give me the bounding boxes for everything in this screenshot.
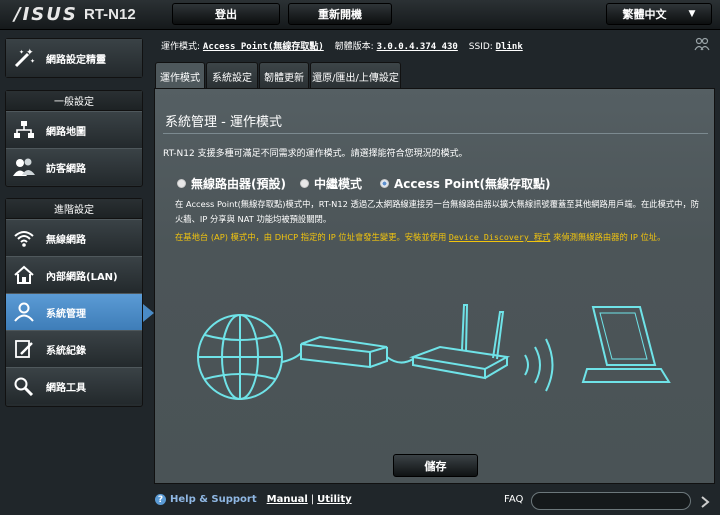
page-description: RT-N12 支援多種可滿足不同需求的運作模式。請選擇能符合您現況的模式。 xyxy=(163,149,468,159)
mode-option-label: 無線路由器(預設) xyxy=(191,177,286,191)
language-label: 繁體中文 xyxy=(622,8,667,21)
sidebar-item-label: 訪客網路 xyxy=(46,163,86,175)
network-map-icon xyxy=(12,118,36,142)
note-text-before: 在基地台 (AP) 模式中，由 DHCP 指定的 IP 位址會發生變更。安裝並使… xyxy=(175,232,447,242)
clients-icon[interactable] xyxy=(694,36,710,55)
cable-line xyxy=(386,356,414,364)
faq-label: FAQ xyxy=(504,494,524,505)
quick-setup-label: 網路設定精靈 xyxy=(46,54,106,66)
wireless-icon xyxy=(12,226,36,250)
mode-option-access-point[interactable]: Access Point(無線存取點) xyxy=(380,175,551,192)
sidebar-item-label: 系統管理 xyxy=(46,308,86,320)
admin-icon xyxy=(12,300,36,324)
sidebar-item-label: 系統紀錄 xyxy=(46,345,86,357)
router-icon xyxy=(409,304,511,380)
svg-text:✦: ✦ xyxy=(19,49,24,56)
active-pointer-icon xyxy=(143,304,154,322)
help-icon: ? xyxy=(155,494,166,505)
svg-text:✦: ✦ xyxy=(26,48,34,58)
modem-icon xyxy=(300,335,388,369)
top-bar: /ISUS RT-N12 登出 重新開機 繁體中文 ▼ xyxy=(0,0,720,30)
magic-wand-icon: ✦ ✦ ✦ xyxy=(12,46,36,70)
radio-repeater[interactable] xyxy=(300,179,309,188)
cable-line xyxy=(281,352,302,363)
logout-button[interactable]: 登出 xyxy=(172,3,280,25)
sidebar-item-label: 內部網路(LAN) xyxy=(46,271,118,283)
sidebar-item-guest-network[interactable]: 訪客網路 xyxy=(6,148,142,185)
ssid-label: SSID: xyxy=(468,42,493,52)
radio-access-point[interactable] xyxy=(380,179,389,188)
sidebar-item-wireless[interactable]: 無線網路 xyxy=(6,219,142,256)
note-text-after: 來偵測無線路由器的 IP 位址。 xyxy=(553,232,666,242)
help-support-label: Help & Support xyxy=(170,494,257,505)
svg-text:✦: ✦ xyxy=(30,58,35,65)
quick-setup-button[interactable]: ✦ ✦ ✦ 網路設定精靈 xyxy=(6,39,142,77)
tab-operation-mode[interactable]: 運作模式 xyxy=(155,62,205,89)
general-settings-block: 一般設定 網路地圖 訪客網路 xyxy=(5,90,143,187)
language-select[interactable]: 繁體中文 ▼ xyxy=(606,3,712,25)
sidebar-item-network-map[interactable]: 網路地圖 xyxy=(6,111,142,148)
radio-router[interactable] xyxy=(177,179,186,188)
triangle-down-icon: ▼ xyxy=(688,9,696,19)
access-point-diagram xyxy=(197,304,671,400)
footer-separator: | xyxy=(310,494,315,505)
firmware-version-link[interactable]: 3.0.0.4.374_430 xyxy=(377,42,458,52)
wifi-waves-icon xyxy=(524,338,554,392)
mode-option-repeater[interactable]: 中繼模式 xyxy=(300,175,362,192)
utility-link[interactable]: Utility xyxy=(317,494,351,505)
sidebar-item-network-tools[interactable]: 網路工具 xyxy=(6,367,142,404)
tab-firmware-upgrade[interactable]: 韌體更新 xyxy=(259,62,309,89)
system-log-icon xyxy=(12,337,36,361)
quick-setup-block: ✦ ✦ ✦ 網路設定精靈 xyxy=(5,38,143,78)
guest-network-icon xyxy=(12,155,36,179)
manual-link[interactable]: Manual xyxy=(267,494,308,505)
laptop-icon xyxy=(581,306,671,383)
sidebar-item-administration[interactable]: 系統管理 xyxy=(6,293,154,330)
title-divider xyxy=(163,133,708,134)
mode-option-label: Access Point(無線存取點) xyxy=(394,177,551,191)
faq-search-input[interactable] xyxy=(531,492,691,510)
arrow-right-icon[interactable] xyxy=(697,494,713,510)
home-lan-icon xyxy=(12,263,36,287)
ip-change-note: 在基地台 (AP) 模式中，由 DHCP 指定的 IP 位址會發生變更。安裝並使… xyxy=(175,230,703,245)
page-title: 系統管理 - 運作模式 xyxy=(165,115,282,130)
sidebar-item-system-log[interactable]: 系統紀錄 xyxy=(6,330,142,367)
mode-option-label: 中繼模式 xyxy=(314,177,363,191)
asus-logo[interactable]: /ISUS xyxy=(14,4,78,25)
save-button[interactable]: 儲存 xyxy=(393,454,478,477)
main-panel: 系統管理 - 運作模式 RT-N12 支援多種可滿足不同需求的運作模式。請選擇能… xyxy=(154,88,715,484)
mode-option-router[interactable]: 無線路由器(預設) xyxy=(177,175,286,192)
sidebar-item-label: 無線網路 xyxy=(46,234,86,246)
device-discovery-link[interactable]: Device Discovery 程式 xyxy=(449,232,551,242)
sidebar-item-label: 網路地圖 xyxy=(46,126,86,138)
sidebar-item-lan[interactable]: 內部網路(LAN) xyxy=(6,256,142,293)
advanced-settings-heading: 進階設定 xyxy=(6,199,142,219)
operation-mode-link[interactable]: Access Point(無線存取點) xyxy=(203,42,324,52)
status-info-bar: 運作模式: Access Point(無線存取點) 韌體版本: 3.0.0.4.… xyxy=(161,39,531,52)
tab-system[interactable]: 系統設定 xyxy=(206,62,258,89)
ssid-link[interactable]: Dlink xyxy=(496,42,523,52)
sidebar-item-label: 網路工具 xyxy=(46,382,86,394)
footer: ? Help & Support Manual | Utility xyxy=(155,494,352,505)
network-tools-icon xyxy=(12,374,36,398)
model-name: RT-N12 xyxy=(84,6,136,23)
general-settings-heading: 一般設定 xyxy=(6,91,142,111)
mode-explanation: 在 Access Point(無線存取點)模式中，RT-N12 透過乙太網路線連… xyxy=(175,199,700,224)
reboot-button[interactable]: 重新開機 xyxy=(288,3,392,25)
operation-mode-label: 運作模式: xyxy=(161,42,201,52)
tab-restore-save-upload[interactable]: 還原/匯出/上傳設定 xyxy=(310,62,401,89)
globe-icon xyxy=(197,314,283,400)
firmware-label: 韌體版本: xyxy=(334,42,374,52)
advanced-settings-block: 進階設定 無線網路 內部網路(LAN) 系統管理 系統紀錄 網路工具 xyxy=(5,198,154,407)
